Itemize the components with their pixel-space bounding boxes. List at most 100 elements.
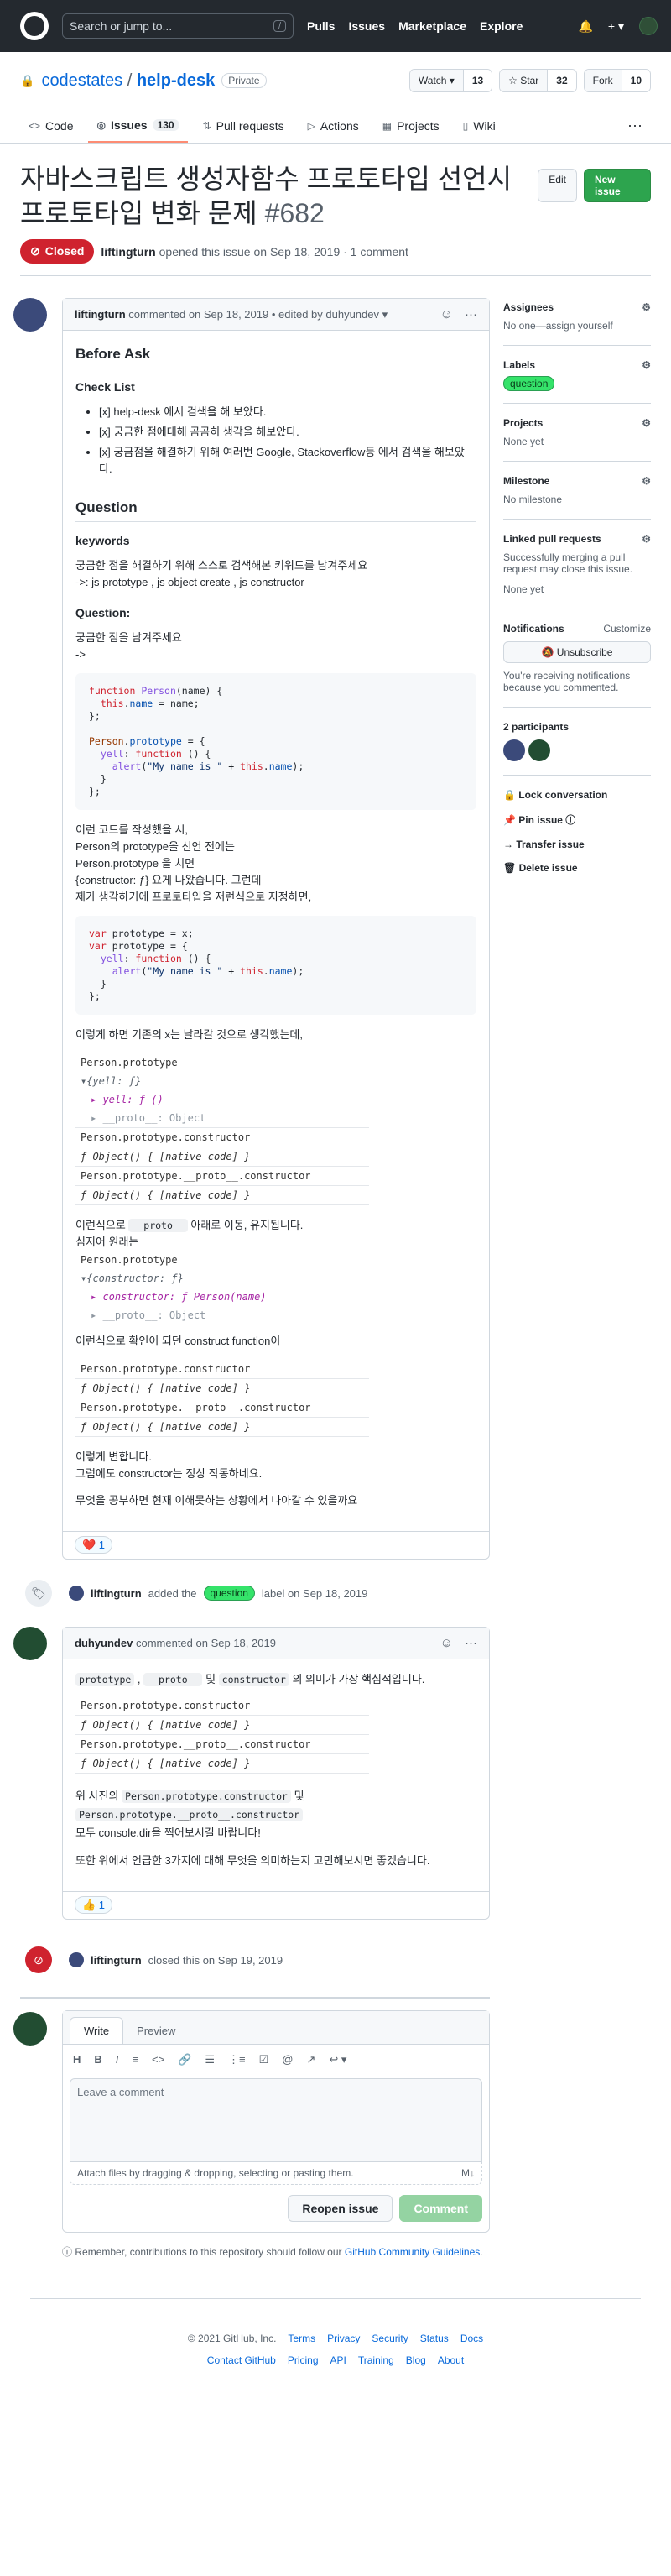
linked-prs-heading[interactable]: Linked pull requests [503, 533, 601, 545]
repo-name-link[interactable]: help-desk [137, 71, 215, 90]
guidelines-link[interactable]: GitHub Community Guidelines [345, 2246, 480, 2258]
footer-link[interactable]: Privacy [327, 2333, 360, 2344]
comment-meta[interactable]: commented on Sep 18, 2019 [136, 1637, 276, 1649]
markdown-icon[interactable]: M↓ [461, 2167, 475, 2179]
footer-link[interactable]: Status [420, 2333, 449, 2344]
avatar[interactable] [13, 2012, 47, 2046]
bold-icon[interactable]: B [94, 2053, 101, 2067]
heart-reaction[interactable]: ❤️ 1 [75, 1536, 113, 1554]
event-author-link[interactable]: liftingturn [91, 1587, 142, 1600]
label-badge[interactable]: question [203, 1586, 255, 1601]
assignees-value[interactable]: No one—assign yourself [503, 320, 651, 332]
bell-icon[interactable]: 🔔 [578, 19, 592, 34]
tab-preview[interactable]: Preview [123, 2018, 189, 2044]
tab-pull-requests[interactable]: ⇅ Pull requests [195, 109, 293, 143]
pin-issue[interactable]: 📌 Pin issue ⓘ [503, 813, 651, 827]
comment-button[interactable]: Comment [399, 2195, 482, 2222]
comment-meta[interactable]: commented on Sep 18, 2019 • edited by du… [128, 308, 388, 321]
new-issue-button[interactable]: New issue [583, 169, 651, 202]
fork-count[interactable]: 10 [621, 70, 650, 91]
issue-author-link[interactable]: liftingturn [101, 245, 155, 259]
avatar[interactable] [503, 739, 525, 761]
bullet-list-icon[interactable]: ☰ [205, 2053, 215, 2067]
footer-link[interactable]: API [330, 2354, 346, 2366]
italic-icon[interactable]: I [116, 2053, 119, 2067]
footer-link[interactable]: Contact GitHub [207, 2354, 276, 2366]
milestone-heading[interactable]: Milestone [503, 475, 549, 487]
fork-button[interactable]: Fork 10 [583, 69, 651, 92]
gear-icon[interactable]: ⚙ [642, 417, 651, 429]
task-list-icon[interactable]: ☑ [259, 2053, 269, 2067]
customize-link[interactable]: Customize [603, 623, 651, 635]
gear-icon[interactable]: ⚙ [642, 475, 651, 487]
watch-count[interactable]: 13 [462, 70, 492, 91]
avatar[interactable] [13, 298, 47, 332]
reply-icon[interactable]: ↩ ▾ [329, 2053, 346, 2067]
star-count[interactable]: 32 [547, 70, 576, 91]
kebab-icon[interactable]: ··· [465, 307, 477, 321]
tab-write[interactable]: Write [70, 2017, 124, 2044]
tab-code[interactable]: <> Code [20, 109, 81, 143]
quote-icon[interactable]: ≡ [132, 2053, 138, 2067]
tab-actions[interactable]: ▷ Actions [299, 109, 367, 143]
gear-icon[interactable]: ⚙ [642, 301, 651, 313]
labels-heading[interactable]: Labels [503, 359, 535, 371]
comment-author-link[interactable]: duhyundev [75, 1637, 133, 1649]
assignees-heading[interactable]: Assignees [503, 301, 554, 313]
reopen-issue-button[interactable]: Reopen issue [288, 2195, 393, 2222]
avatar[interactable] [528, 739, 550, 761]
footer-link[interactable]: Security [372, 2333, 408, 2344]
mention-icon[interactable]: @ [282, 2053, 293, 2067]
attach-files[interactable]: Attach files by dragging & dropping, sel… [70, 2162, 482, 2185]
user-avatar[interactable] [639, 17, 658, 35]
star-button[interactable]: ☆ Star 32 [499, 69, 577, 92]
tab-wiki[interactable]: ▯ Wiki [455, 109, 504, 143]
heading-icon[interactable]: H [73, 2053, 81, 2067]
footer-link[interactable]: Blog [406, 2354, 426, 2366]
footer-link[interactable]: About [438, 2354, 464, 2366]
nav-explore[interactable]: Explore [480, 19, 523, 33]
code-icon: <> [29, 120, 41, 132]
repo-owner-link[interactable]: codestates [41, 71, 122, 90]
gear-icon[interactable]: ⚙ [642, 359, 651, 371]
cross-reference-icon[interactable]: ↗ [306, 2053, 315, 2067]
footer-link[interactable]: Pricing [288, 2354, 319, 2366]
nav-pulls[interactable]: Pulls [307, 19, 335, 33]
link-icon[interactable]: 🔗 [178, 2053, 191, 2067]
thumbs-up-reaction[interactable]: 👍 1 [75, 1896, 113, 1914]
github-logo-icon[interactable] [20, 12, 49, 40]
nav-issues[interactable]: Issues [348, 19, 385, 33]
console-screenshot: Person.prototype ▾{yell: ƒ} ▸ yell: ƒ ()… [75, 1053, 476, 1205]
comment-author-link[interactable]: liftingturn [75, 308, 126, 321]
projects-heading[interactable]: Projects [503, 417, 543, 429]
avatar[interactable] [69, 1952, 84, 1967]
nav-marketplace[interactable]: Marketplace [398, 19, 466, 33]
tab-projects[interactable]: ▦ Projects [374, 109, 448, 143]
avatar[interactable] [69, 1586, 84, 1601]
avatar[interactable] [13, 1627, 47, 1660]
numbered-list-icon[interactable]: ⋮≡ [228, 2053, 246, 2067]
comment-textarea[interactable]: Leave a comment [70, 2078, 482, 2162]
footer-link[interactable]: Training [358, 2354, 394, 2366]
event-text: added the [148, 1586, 197, 1600]
code-icon[interactable]: <> [152, 2053, 164, 2067]
footer-link[interactable]: Terms [288, 2333, 315, 2344]
gear-icon[interactable]: ⚙ [642, 533, 651, 545]
kebab-icon[interactable]: ··· [465, 1636, 477, 1650]
watch-button[interactable]: Watch ▾ 13 [408, 69, 493, 92]
unsubscribe-button[interactable]: 🔕 Unsubscribe [503, 641, 651, 663]
search-input[interactable]: Search or jump to... / [62, 13, 294, 39]
delete-issue[interactable]: 🗑 Delete issue [503, 862, 651, 874]
heading-before-ask: Before Ask [75, 346, 476, 368]
smiley-icon[interactable]: ☺ [440, 1636, 453, 1650]
more-icon[interactable]: ··· [619, 108, 651, 143]
label-badge[interactable]: question [503, 376, 555, 391]
transfer-issue[interactable]: → Transfer issue [503, 839, 651, 850]
lock-conversation[interactable]: 🔒 Lock conversation [503, 789, 651, 801]
event-author-link[interactable]: liftingturn [91, 1954, 142, 1967]
tab-issues[interactable]: ◎ Issues 130 [88, 109, 188, 143]
edit-button[interactable]: Edit [538, 169, 577, 202]
plus-dropdown[interactable]: + ▾ [608, 19, 624, 34]
footer-link[interactable]: Docs [460, 2333, 483, 2344]
smiley-icon[interactable]: ☺ [440, 307, 453, 321]
